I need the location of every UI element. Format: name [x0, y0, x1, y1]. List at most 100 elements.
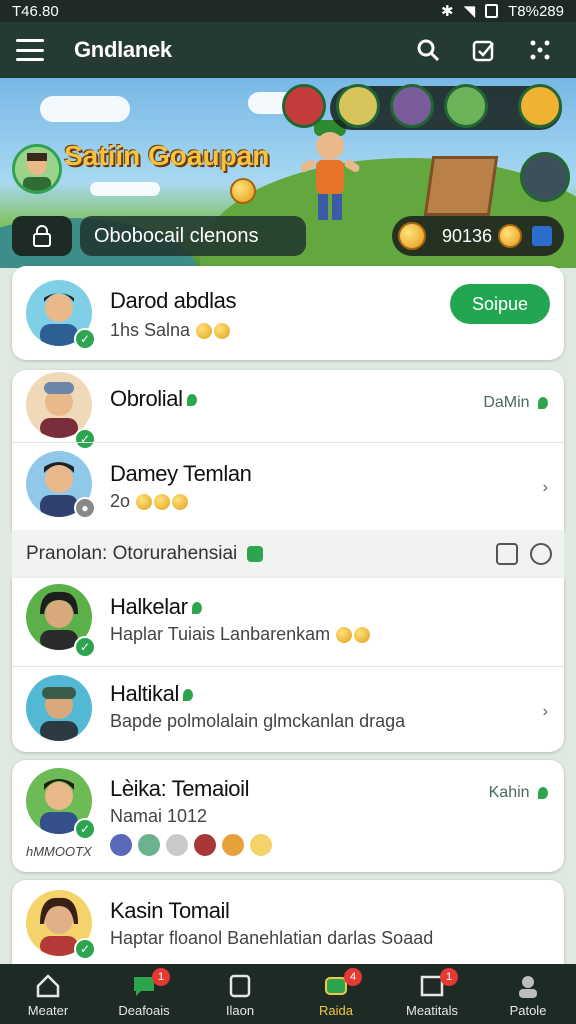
coins-value: 90136 [442, 225, 493, 246]
section-label: Pranolan: Otorurahensiai [26, 543, 238, 564]
emoji-icon [196, 323, 213, 340]
chip-avatar[interactable] [282, 84, 326, 128]
nav-label: Patole [509, 1003, 547, 1018]
online-badge: ✓ [74, 818, 96, 840]
nav-label: Meatitals [405, 1003, 459, 1018]
nav-label: Deafoais [118, 1003, 170, 1018]
coins-counter[interactable]: 90136 [392, 216, 564, 256]
contact-meta: DaMin [483, 394, 548, 412]
contact-subtitle: Namai 1012 [110, 806, 208, 826]
section-header: Pranolan: Otorurahensiai [12, 530, 564, 578]
hero-banner: Satiin Goaupan Obobocail clenons 90136 [0, 78, 576, 268]
bottom-nav: Meater 1 Deafoais Ilaon 4 Raida 1 Meatit… [0, 964, 576, 1024]
contact-subtitle: Haptar floanol Banehlatian darlas Soaad [110, 928, 434, 948]
status-badge: ● [74, 497, 96, 519]
list-item[interactable]: ● Damey Temlan 2o › [12, 442, 564, 528]
contact-list: ✓ Obrolial DaMin ● Damey Temlan 2o › [12, 370, 564, 530]
contact-list: ✓ Halkelar Haplar Tuiais Lanbarenkam Hal… [12, 578, 564, 752]
chevron-right-icon[interactable]: › [543, 703, 548, 721]
contact-name: Kasin Tomail [110, 898, 230, 923]
home-icon [36, 974, 60, 998]
person-icon [538, 786, 548, 799]
contact-subtitle: 2o [110, 491, 189, 512]
status-time: T46.80 [12, 2, 59, 20]
battery-icon [485, 4, 499, 18]
nav-inbox[interactable]: Ilaon [192, 964, 288, 1024]
list-item[interactable]: ✓ Obrolial DaMin [12, 370, 564, 450]
online-dot-icon [182, 689, 193, 702]
reaction-avatar [220, 832, 246, 858]
contact-name: Lèika: Temaioil [110, 776, 250, 801]
app-bar: Gndlanek [0, 22, 576, 78]
online-dot-icon [186, 394, 197, 407]
hero-avatar[interactable] [12, 144, 62, 194]
notification-badge: 4 [344, 968, 362, 986]
reaction-avatar [248, 832, 274, 858]
emoji-icon [136, 494, 153, 511]
nav-games[interactable]: 4 Raida [288, 964, 384, 1024]
cloud [90, 182, 160, 196]
emoji-icon [214, 323, 231, 340]
contact-list: ✓ Kasin Tomail Haptar floanol Banehlatia… [12, 880, 564, 976]
hero-status-pill[interactable]: Obobocail clenons [80, 216, 306, 256]
nav-profile[interactable]: Patole [480, 964, 576, 1024]
add-button[interactable]: Soipue [450, 284, 550, 324]
lock-button[interactable] [12, 216, 72, 256]
contact-name: Obrolial [110, 386, 197, 412]
avatar [26, 675, 92, 741]
block-icon[interactable] [530, 543, 552, 565]
list-item[interactable]: ✓ Darod abdlas 1hs Salna Soipue [12, 266, 564, 360]
chip-avatar[interactable] [444, 84, 488, 128]
hero-profile-name: Satiin Goaupan [64, 140, 270, 171]
inbox-icon [229, 974, 251, 998]
wifi-icon: ◥ [463, 3, 476, 20]
notification-badge: 1 [440, 968, 458, 986]
contact-subtitle: 1hs Salna [110, 320, 231, 341]
tools-icon[interactable] [520, 152, 570, 202]
more-grid-icon[interactable] [520, 30, 560, 70]
chip-avatar[interactable] [336, 84, 380, 128]
emoji-icon [154, 494, 171, 511]
nav-label: Meater [27, 1003, 69, 1018]
person-icon [519, 976, 537, 998]
online-badge: ✓ [74, 328, 96, 350]
list-item[interactable]: ✓ hMMOOTX Lèika: Temaioil Namai 1012 Kah… [12, 760, 564, 872]
coin-icon [398, 222, 426, 250]
crate [423, 156, 499, 216]
contact-name: Darod abdlas [110, 288, 237, 313]
nav-home[interactable]: Meater [0, 964, 96, 1024]
battery-percent: T8%289 [508, 2, 564, 20]
list-item[interactable]: ✓ Halkelar Haplar Tuiais Lanbarenkam [12, 578, 564, 666]
status-icons: ✱ ◥ T8%289 [441, 2, 564, 21]
reaction-avatar [164, 832, 190, 858]
chevron-right-icon[interactable]: › [543, 479, 548, 497]
chip-avatar[interactable] [518, 84, 562, 128]
menu-icon[interactable] [16, 39, 44, 61]
emoji-icon [354, 627, 371, 644]
contact-name: Halkelar [110, 594, 202, 620]
list-item[interactable]: ✓ Kasin Tomail Haptar floanol Banehlatia… [12, 880, 564, 976]
nav-label: Raida [319, 1003, 353, 1018]
emoji-icon [336, 627, 353, 644]
contact-name: Damey Temlan [110, 461, 252, 486]
section-actions [496, 543, 552, 565]
contact-list: ✓ hMMOOTX Lèika: Temaioil Namai 1012 Kah… [12, 760, 564, 872]
reaction-avatar [136, 832, 162, 858]
online-badge: ✓ [74, 938, 96, 960]
contact-subtitle-text: Haplar Tuiais Lanbarenkam [110, 624, 331, 644]
search-icon[interactable] [408, 30, 448, 70]
contact-name: Haltikal [110, 681, 193, 707]
bookmark-icon[interactable] [496, 543, 518, 565]
cloud [40, 96, 130, 122]
nav-chats[interactable]: 1 Deafoais [96, 964, 192, 1024]
list-item[interactable]: Haltikal Bapde polmolalain glmckanlan dr… [12, 666, 564, 752]
checklist-icon[interactable] [464, 30, 504, 70]
person-icon [538, 396, 548, 409]
online-dot-icon [191, 602, 202, 615]
bluetooth-icon: ✱ [441, 3, 454, 20]
chip-avatar[interactable] [390, 84, 434, 128]
nav-messages[interactable]: 1 Meatitals [384, 964, 480, 1024]
reaction-avatars[interactable] [108, 832, 274, 858]
contact-subtitle-text: 1hs Salna [110, 320, 191, 340]
featured-card: ✓ Darod abdlas 1hs Salna Soipue [12, 266, 564, 360]
